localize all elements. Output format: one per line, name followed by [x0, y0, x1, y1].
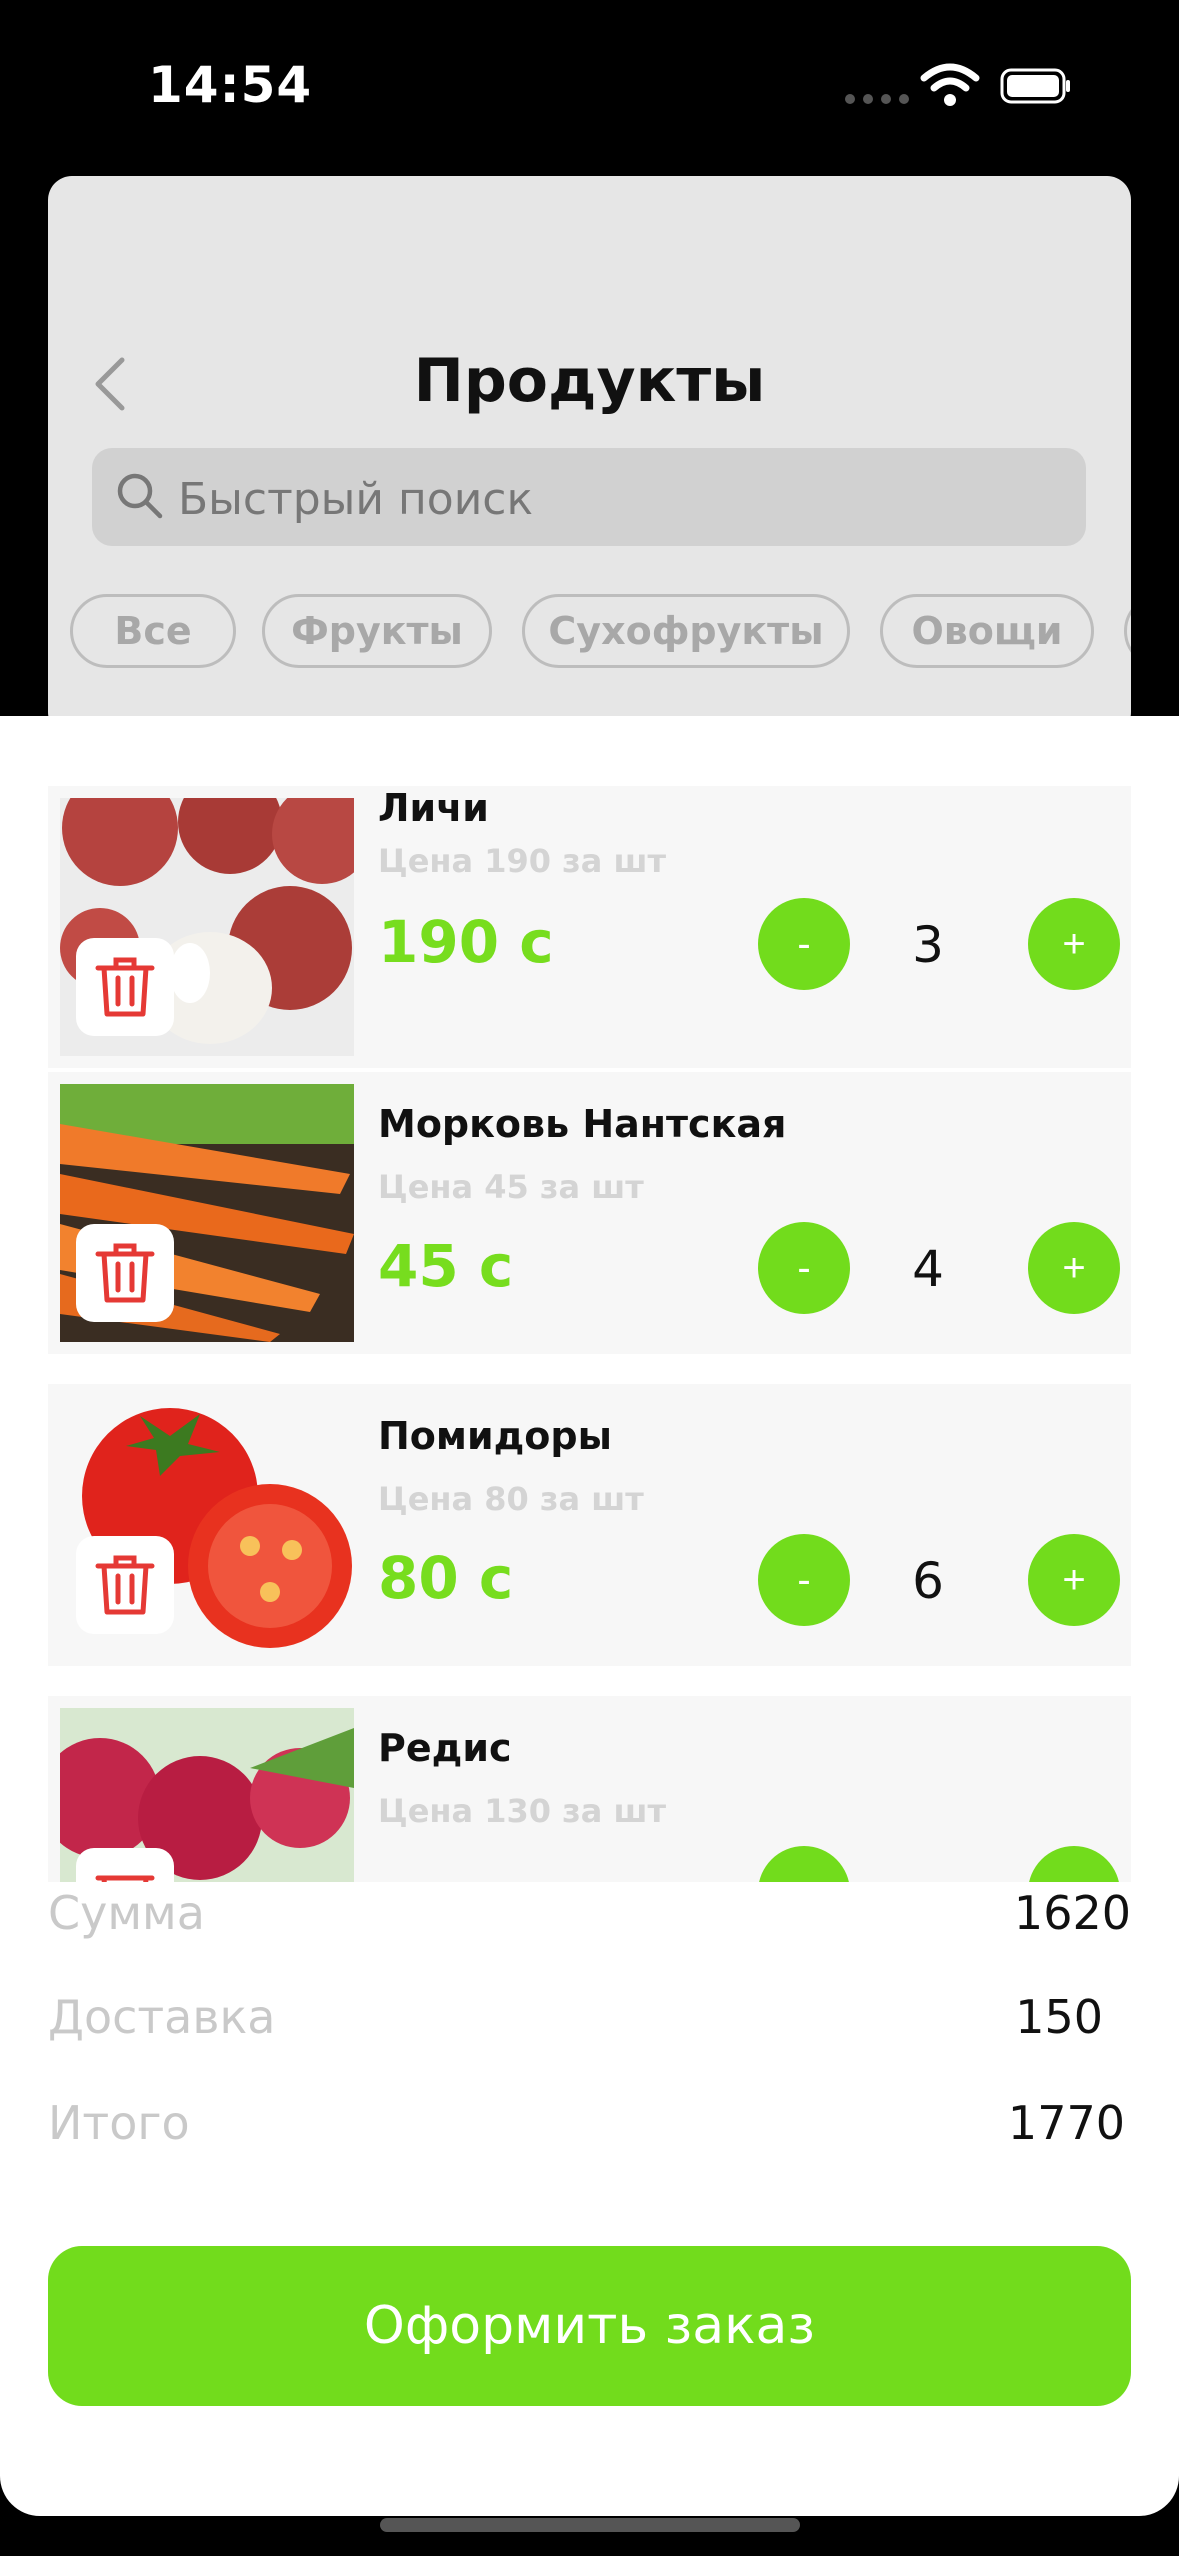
total-row: Итого 1770: [48, 2096, 1131, 2166]
total-value: 1770: [1007, 2096, 1125, 2150]
trash-icon: [95, 1243, 155, 1303]
product-image-lychee: [60, 798, 354, 1056]
sum-label: Сумма: [48, 1886, 205, 1940]
quantity-value: 4: [912, 1240, 944, 1298]
increase-qty-button[interactable]: +: [1028, 1534, 1120, 1626]
chip-more[interactable]: [1124, 594, 1131, 668]
checkout-button[interactable]: Оформить заказ: [48, 2246, 1131, 2406]
decrease-qty-button[interactable]: -: [758, 1222, 850, 1314]
remove-item-button[interactable]: [76, 1536, 174, 1634]
remove-item-button[interactable]: [76, 938, 174, 1036]
chip-dried-fruits[interactable]: Сухофрукты: [522, 594, 850, 668]
increase-qty-button[interactable]: +: [1028, 898, 1120, 990]
item-total-price: 190 с: [378, 908, 554, 976]
cart-item: Личи Цена 190 за шт 190 с - 3 +: [48, 786, 1131, 1068]
status-time: 14:54: [148, 56, 313, 114]
search-input[interactable]: Быстрый поиск: [92, 448, 1086, 546]
trash-icon: [95, 957, 155, 1017]
remove-item-button[interactable]: [76, 1224, 174, 1322]
decrease-qty-button[interactable]: -: [758, 898, 850, 990]
products-page-background: Продукты Быстрый поиск Все Фрукты Сухофр…: [48, 176, 1131, 736]
total-label: Итого: [48, 2096, 190, 2150]
cellular-signal-icon: [845, 94, 909, 104]
item-total-price: 80 с: [378, 1544, 514, 1612]
increase-qty-button[interactable]: +: [1028, 1846, 1120, 1882]
remove-item-button[interactable]: [76, 1848, 174, 1882]
increase-qty-button[interactable]: +: [1028, 1222, 1120, 1314]
decrease-qty-button[interactable]: -: [758, 1846, 850, 1882]
decrease-qty-button[interactable]: -: [758, 1534, 850, 1626]
home-indicator: [380, 2518, 800, 2532]
unit-price: Цена 80 за шт: [378, 1480, 644, 1518]
item-total-price: 45 с: [378, 1232, 514, 1300]
chip-all[interactable]: Все: [70, 594, 236, 668]
unit-price: Цена 45 за шт: [378, 1168, 644, 1206]
category-chips: Все Фрукты Сухофрукты Овощи: [70, 594, 1131, 668]
chip-vegetables[interactable]: Овощи: [880, 594, 1094, 668]
cart-item: Редис Цена 130 за шт - +: [48, 1696, 1131, 1882]
status-bar: 14:54: [0, 0, 1179, 170]
trash-icon: [95, 1555, 155, 1615]
product-image-radish: [60, 1708, 354, 1882]
product-image-carrot: [60, 1084, 354, 1342]
cart-item: Помидоры Цена 80 за шт 80 с - 6 +: [48, 1384, 1131, 1666]
search-placeholder: Быстрый поиск: [178, 474, 534, 525]
page-title: Продукты: [413, 346, 766, 416]
product-name: Редис: [378, 1726, 512, 1770]
delivery-label: Доставка: [48, 1990, 276, 2044]
unit-price: Цена 130 за шт: [378, 1792, 667, 1830]
product-name: Личи: [378, 786, 489, 830]
cart-item: Морковь Нантская Цена 45 за шт 45 с - 4 …: [48, 1072, 1131, 1354]
sum-row: Сумма 1620: [48, 1886, 1131, 1956]
quantity-value: 3: [912, 916, 944, 974]
product-image-tomato: [60, 1396, 354, 1654]
cart-sheet: Личи Цена 190 за шт 190 с - 3 + Морковь …: [0, 716, 1179, 2516]
battery-icon: [1000, 68, 1070, 104]
wifi-icon: [920, 63, 980, 106]
product-name: Помидоры: [378, 1414, 612, 1458]
search-icon: [117, 473, 163, 519]
delivery-row: Доставка 150: [48, 1990, 1131, 2060]
delivery-value: 150: [1015, 1990, 1103, 2044]
unit-price: Цена 190 за шт: [378, 842, 667, 880]
sum-value: 1620: [1013, 1886, 1131, 1940]
chip-fruits[interactable]: Фрукты: [262, 594, 492, 668]
quantity-value: 6: [912, 1552, 944, 1610]
product-name: Морковь Нантская: [378, 1102, 787, 1146]
cart-list: Личи Цена 190 за шт 190 с - 3 + Морковь …: [48, 786, 1131, 1882]
trash-icon: [95, 1875, 155, 1882]
